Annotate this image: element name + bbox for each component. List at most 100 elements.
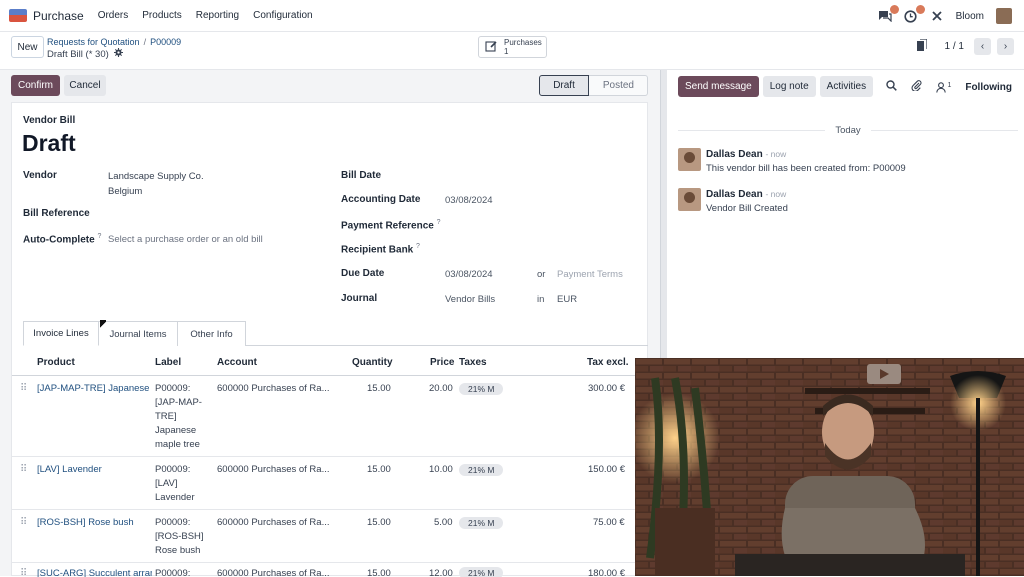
pager-value[interactable]: 1 / 1 <box>945 41 964 52</box>
message-time: - now <box>765 189 787 199</box>
edit-icon <box>485 40 498 55</box>
breadcrumb-order[interactable]: P00009 <box>150 37 181 47</box>
confirm-button[interactable]: Confirm <box>11 75 60 96</box>
chatter-message: Dallas Dean - now Vendor Bill Created <box>678 184 1018 214</box>
col-tax-excl[interactable]: Tax excl. <box>587 357 629 368</box>
chat-icon[interactable] <box>878 5 899 23</box>
col-account[interactable]: Account <box>217 357 257 368</box>
message-body: This vendor bill has been created from: … <box>706 163 906 174</box>
row-account[interactable]: 600000 Purchases of Ra... <box>217 463 330 477</box>
stage-draft[interactable]: Draft <box>539 75 589 96</box>
row-price[interactable]: 20.00 <box>429 382 453 396</box>
auto-complete-input[interactable]: Select a purchase order or an old bill <box>108 234 263 245</box>
pager-next-button[interactable]: › <box>997 38 1014 55</box>
row-tax-tag[interactable]: 21% M <box>459 517 504 529</box>
row-product[interactable]: [JAP-MAP-TRE] Japanese m <box>37 382 152 396</box>
drag-handle-icon[interactable]: ⠿ <box>20 517 27 528</box>
accounting-date-field[interactable]: 03/08/2024 <box>445 195 493 206</box>
currency-field[interactable]: EUR <box>557 294 577 305</box>
help-icon[interactable]: ? <box>416 243 420 250</box>
table-row[interactable]: ⠿ [SUC-ARG] Succulent arranc P00009: 600… <box>12 563 648 577</box>
presenter-video-overlay <box>635 358 1024 576</box>
menu-reporting[interactable]: Reporting <box>196 10 239 21</box>
row-product[interactable]: [LAV] Lavender <box>37 463 102 477</box>
row-quantity[interactable]: 15.00 <box>367 516 391 530</box>
menu-configuration[interactable]: Configuration <box>253 10 312 21</box>
bill-date-label: Bill Date <box>341 170 382 181</box>
control-panel: New Requests for Quotation / P00009 Draft … <box>0 32 1024 70</box>
col-quantity[interactable]: Quantity <box>352 357 393 368</box>
activity-badge <box>915 5 925 14</box>
drag-handle-icon[interactable]: ⠿ <box>20 383 27 394</box>
purchase-app-icon[interactable] <box>9 9 27 22</box>
tab-journal-items[interactable]: Journal Items <box>99 321 178 346</box>
date-separator: Today <box>678 123 1019 137</box>
row-account[interactable]: 600000 Purchases of Ra... <box>217 516 330 530</box>
bookmark-icon[interactable] <box>916 38 928 54</box>
smart-button-count: 1 <box>504 47 509 56</box>
help-icon[interactable]: ? <box>97 233 101 240</box>
new-button[interactable]: New <box>11 36 44 58</box>
recipient-bank-label: Recipient Bank <box>341 244 414 256</box>
followers-icon[interactable]: 1 <box>936 82 951 93</box>
cancel-button[interactable]: Cancel <box>64 75 106 96</box>
log-note-button[interactable]: Log note <box>762 76 816 97</box>
status-bar: Draft Posted <box>539 75 648 96</box>
row-quantity[interactable]: 15.00 <box>367 382 391 396</box>
journal-label: Journal <box>341 293 378 304</box>
row-tax-tag[interactable]: 21% M <box>459 383 504 395</box>
send-message-button[interactable]: Send message <box>678 76 759 97</box>
purchases-smart-button[interactable]: Purchases 1 <box>478 36 547 58</box>
row-label[interactable]: P00009: [JAP-MAP- TRE] Japanese maple tree <box>155 382 202 452</box>
smart-button-label: Purchases <box>504 38 542 47</box>
paperclip-icon[interactable] <box>911 80 922 94</box>
following-button[interactable]: Following <box>965 82 1012 93</box>
activity-clock-icon[interactable] <box>904 5 925 23</box>
table-row[interactable]: ⠿ [JAP-MAP-TRE] Japanese m P00009: [JAP-M… <box>12 376 648 457</box>
activities-button[interactable]: Activities <box>819 76 874 97</box>
tab-invoice-lines[interactable]: Invoice Lines <box>23 321 99 346</box>
help-icon[interactable]: ? <box>437 219 441 226</box>
row-price[interactable]: 10.00 <box>429 463 453 477</box>
gear-icon[interactable] <box>113 48 123 60</box>
author-avatar[interactable] <box>678 148 701 171</box>
due-date-field[interactable]: 03/08/2024 <box>445 269 493 280</box>
row-quantity[interactable]: 15.00 <box>367 463 391 477</box>
chat-badge <box>889 5 899 14</box>
row-label[interactable]: P00009: [LAV] Lavender <box>155 463 195 505</box>
col-product[interactable]: Product <box>37 357 75 368</box>
col-price[interactable]: Price <box>430 357 454 368</box>
notebook-tabs: Invoice Lines Journal Items Other Info <box>23 321 648 346</box>
row-product[interactable]: [ROS-BSH] Rose bush <box>37 516 134 530</box>
payment-terms-input[interactable]: Payment Terms <box>557 269 623 280</box>
form-sheet: Vendor Bill Draft Vendor Landscape Suppl… <box>11 102 648 577</box>
menu-products[interactable]: Products <box>142 10 181 21</box>
col-taxes[interactable]: Taxes <box>459 357 487 368</box>
table-row[interactable]: ⠿ [ROS-BSH] Rose bush P00009: [ROS-BSH] Ro… <box>12 510 648 563</box>
message-author[interactable]: Dallas Dean <box>706 189 763 200</box>
tab-other-info[interactable]: Other Info <box>178 321 246 346</box>
author-avatar[interactable] <box>678 188 701 211</box>
pager: 1 / 1 ‹ › <box>916 38 1014 55</box>
row-label[interactable]: P00009: [ROS-BSH] Rose bush <box>155 516 204 558</box>
search-icon[interactable] <box>886 80 898 94</box>
company-name[interactable]: Bloom <box>956 11 984 22</box>
row-account[interactable]: 600000 Purchases of Ra... <box>217 382 330 396</box>
drag-handle-icon[interactable]: ⠿ <box>20 464 27 475</box>
pager-prev-button[interactable]: ‹ <box>974 38 991 55</box>
table-row[interactable]: ⠿ [LAV] Lavender P00009: [LAV] Lavender 60… <box>12 457 648 510</box>
col-label[interactable]: Label <box>155 357 181 368</box>
journal-field[interactable]: Vendor Bills <box>445 294 495 305</box>
accounting-date-label: Accounting Date <box>341 194 421 205</box>
user-avatar[interactable] <box>996 8 1012 24</box>
stage-posted[interactable]: Posted <box>588 75 648 96</box>
breadcrumb-rfq[interactable]: Requests for Quotation <box>47 37 140 47</box>
vendor-name[interactable]: Landscape Supply Co. <box>108 171 204 182</box>
vendor-label: Vendor <box>23 170 57 181</box>
tools-icon[interactable] <box>930 9 944 23</box>
row-tax-tag[interactable]: 21% M <box>459 464 504 476</box>
app-name[interactable]: Purchase <box>33 9 84 23</box>
row-price[interactable]: 5.00 <box>434 516 453 530</box>
menu-orders[interactable]: Orders <box>98 10 129 21</box>
message-author[interactable]: Dallas Dean <box>706 149 763 160</box>
